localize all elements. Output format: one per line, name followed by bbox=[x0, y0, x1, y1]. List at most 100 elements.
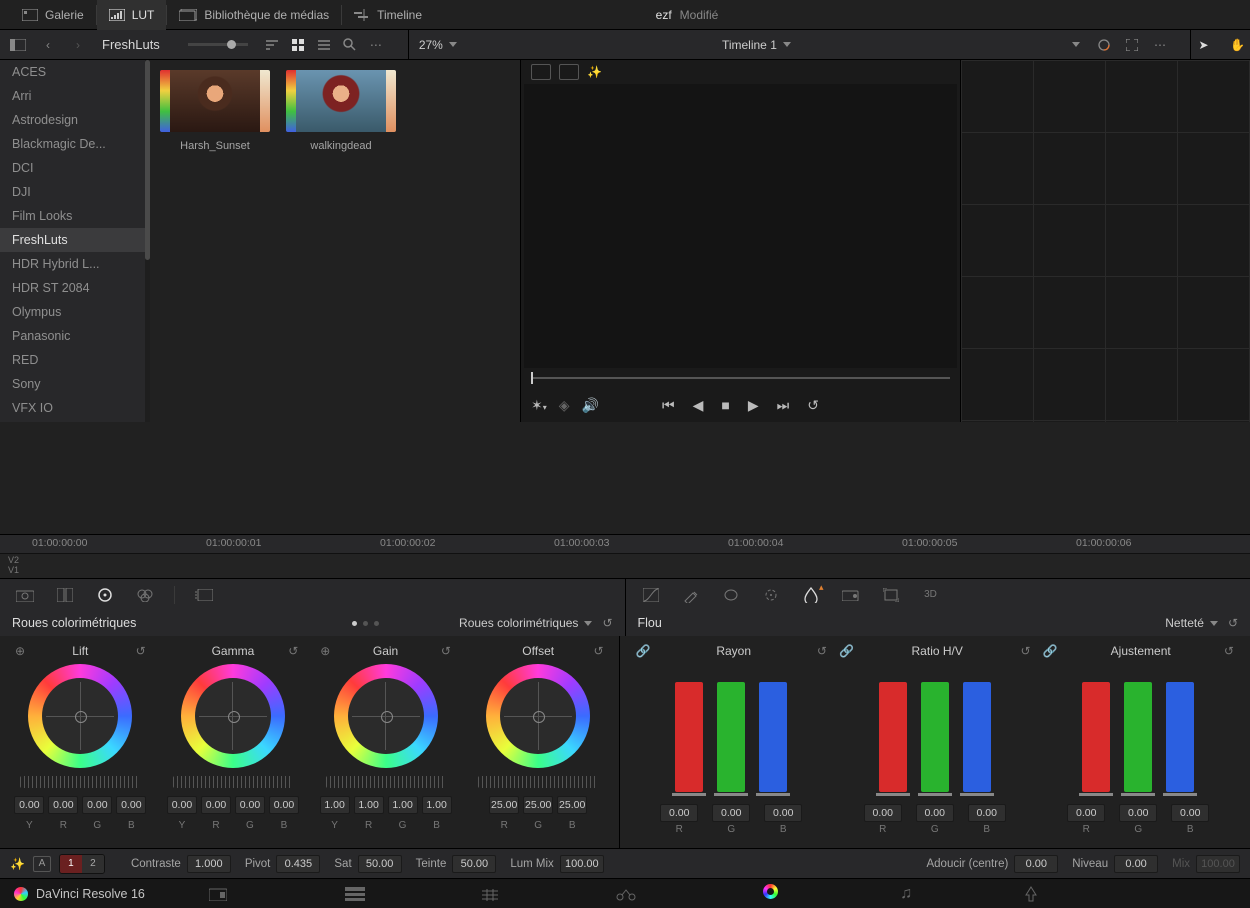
sort-icon[interactable] bbox=[260, 33, 284, 57]
color-wheel[interactable] bbox=[334, 664, 438, 768]
channel-bar[interactable] bbox=[963, 682, 991, 792]
tracking-icon[interactable] bbox=[760, 584, 782, 606]
channel-bar[interactable] bbox=[879, 682, 907, 792]
color-wheel[interactable] bbox=[181, 664, 285, 768]
hand-icon[interactable]: ✋ bbox=[1226, 33, 1250, 57]
sidebar-item[interactable]: Panasonic bbox=[0, 324, 150, 348]
contrast-value[interactable]: 1.000 bbox=[187, 855, 231, 873]
channel-value[interactable]: 0.00 bbox=[235, 796, 265, 814]
color-wheel[interactable] bbox=[486, 664, 590, 768]
color-wheel[interactable] bbox=[28, 664, 132, 768]
last-frame-icon[interactable]: ⏭ bbox=[777, 397, 790, 414]
channel-value[interactable]: 0.00 bbox=[1171, 804, 1209, 822]
channel-value[interactable]: 0.00 bbox=[201, 796, 231, 814]
timeline-dropdown[interactable]: Timeline 1 bbox=[722, 38, 791, 52]
lut-thumbnail[interactable]: Harsh_Sunset bbox=[160, 70, 270, 152]
link-icon[interactable]: 🔗 bbox=[839, 644, 854, 658]
fullscreen-icon[interactable] bbox=[1120, 33, 1144, 57]
key-icon[interactable] bbox=[840, 584, 862, 606]
zoom-dropdown[interactable]: 27% bbox=[419, 38, 457, 52]
wand-icon[interactable]: ✨ bbox=[587, 65, 602, 79]
rgb-mixer-icon[interactable] bbox=[134, 584, 156, 606]
channel-value[interactable]: 25.00 bbox=[489, 796, 519, 814]
scrollbar-thumb[interactable] bbox=[145, 60, 150, 260]
jog-strip[interactable] bbox=[20, 776, 140, 788]
sidebar-item[interactable]: ACES bbox=[0, 60, 150, 84]
timeline-ruler[interactable]: 01:00:00:00 01:00:00:01 01:00:00:02 01:0… bbox=[0, 534, 1250, 554]
wheels-mode-dropdown[interactable]: Roues colorimétriques bbox=[459, 616, 592, 630]
channel-value[interactable]: 0.00 bbox=[864, 804, 902, 822]
hue-value[interactable]: 50.00 bbox=[452, 855, 496, 873]
channel-value[interactable]: 1.00 bbox=[354, 796, 384, 814]
sidebar-item[interactable]: FreshLuts bbox=[0, 228, 150, 252]
channel-value[interactable]: 0.00 bbox=[1119, 804, 1157, 822]
channel-value[interactable]: 1.00 bbox=[388, 796, 418, 814]
reset-icon[interactable]: ↺ bbox=[590, 644, 606, 658]
more-icon[interactable]: ⋯ bbox=[364, 33, 388, 57]
play-reverse-icon[interactable]: ◀ bbox=[693, 397, 704, 414]
sizing-icon[interactable] bbox=[880, 584, 902, 606]
channel-value[interactable]: 1.00 bbox=[422, 796, 452, 814]
thumbnail-size-slider[interactable] bbox=[188, 43, 248, 46]
pivot-value[interactable]: 0.435 bbox=[276, 855, 320, 873]
galerie-tab[interactable]: Galerie bbox=[10, 0, 96, 30]
channel-value[interactable]: 0.00 bbox=[764, 804, 802, 822]
media-library-tab[interactable]: Bibliothèque de médias bbox=[167, 0, 341, 30]
channel-value[interactable]: 0.00 bbox=[14, 796, 44, 814]
channel-value[interactable]: 1.00 bbox=[320, 796, 350, 814]
channel-value[interactable]: 0.00 bbox=[660, 804, 698, 822]
auto-a-icon[interactable]: A bbox=[33, 856, 51, 872]
nav-back-icon[interactable]: ‹ bbox=[36, 33, 60, 57]
channel-value[interactable]: 0.00 bbox=[48, 796, 78, 814]
sidebar-item[interactable]: Astrodesign bbox=[0, 108, 150, 132]
sidebar-item[interactable]: DJI bbox=[0, 180, 150, 204]
lummix-value[interactable]: 100.00 bbox=[560, 855, 604, 873]
viewer-canvas[interactable] bbox=[524, 84, 957, 368]
nav-forward-icon[interactable]: › bbox=[66, 33, 90, 57]
sidebar-item[interactable]: Arri bbox=[0, 84, 150, 108]
link-icon[interactable]: 🔗 bbox=[1043, 644, 1058, 658]
picker-icon[interactable]: ⊕ bbox=[12, 644, 28, 658]
reset-icon[interactable]: ↺ bbox=[1020, 644, 1030, 658]
channel-bar[interactable] bbox=[921, 682, 949, 792]
bypass-icon[interactable] bbox=[1092, 33, 1116, 57]
blur-icon[interactable]: ▴ bbox=[800, 584, 822, 606]
viewer-mode-icon[interactable] bbox=[531, 64, 551, 80]
reset-icon[interactable]: ↺ bbox=[438, 644, 454, 658]
pointer-icon[interactable]: ➤ bbox=[1192, 33, 1216, 57]
sidebar-item[interactable]: Film Looks bbox=[0, 204, 150, 228]
grid-view-icon[interactable] bbox=[286, 33, 310, 57]
blur-mode-dropdown[interactable]: Netteté bbox=[1165, 616, 1218, 630]
jog-strip[interactable] bbox=[478, 776, 598, 788]
color-wheels-icon[interactable] bbox=[94, 584, 116, 606]
scrub-bar[interactable] bbox=[531, 377, 950, 379]
channel-value[interactable]: 25.00 bbox=[523, 796, 553, 814]
qualifier-icon[interactable] bbox=[680, 584, 702, 606]
picker-icon[interactable]: ⊕ bbox=[317, 644, 333, 658]
reset-icon[interactable]: ↺ bbox=[1224, 644, 1234, 658]
sidebar-item[interactable]: Sony bbox=[0, 372, 150, 396]
reset-icon[interactable]: ↺ bbox=[602, 616, 612, 630]
channel-bar[interactable] bbox=[1124, 682, 1152, 792]
link-icon[interactable]: 🔗 bbox=[636, 644, 651, 658]
sidebar-item[interactable]: Olympus bbox=[0, 300, 150, 324]
auto-icon[interactable]: ✨ bbox=[10, 857, 25, 871]
reset-icon[interactable]: ↺ bbox=[1228, 616, 1238, 630]
lut-thumbnail[interactable]: walkingdead bbox=[286, 70, 396, 152]
reset-icon[interactable]: ↺ bbox=[285, 644, 301, 658]
stereo-3d-icon[interactable]: 3D bbox=[920, 584, 942, 606]
list-view-icon[interactable] bbox=[312, 33, 336, 57]
play-icon[interactable]: ▶ bbox=[748, 397, 759, 414]
audio-icon[interactable]: 🔊 bbox=[582, 397, 599, 414]
sidebar-item[interactable]: VFX IO bbox=[0, 396, 150, 420]
more-icon[interactable]: ⋯ bbox=[1148, 33, 1172, 57]
layers-icon[interactable]: ◈ bbox=[559, 397, 570, 414]
scrollbar-track[interactable] bbox=[145, 60, 150, 422]
node-graph[interactable] bbox=[960, 60, 1250, 422]
sat-value[interactable]: 50.00 bbox=[358, 855, 402, 873]
loop-icon[interactable]: ↺ bbox=[807, 397, 819, 414]
jog-strip[interactable] bbox=[326, 776, 446, 788]
motion-effects-icon[interactable] bbox=[193, 584, 215, 606]
expand-icon[interactable] bbox=[1064, 33, 1088, 57]
sidebar-item[interactable]: RED bbox=[0, 348, 150, 372]
